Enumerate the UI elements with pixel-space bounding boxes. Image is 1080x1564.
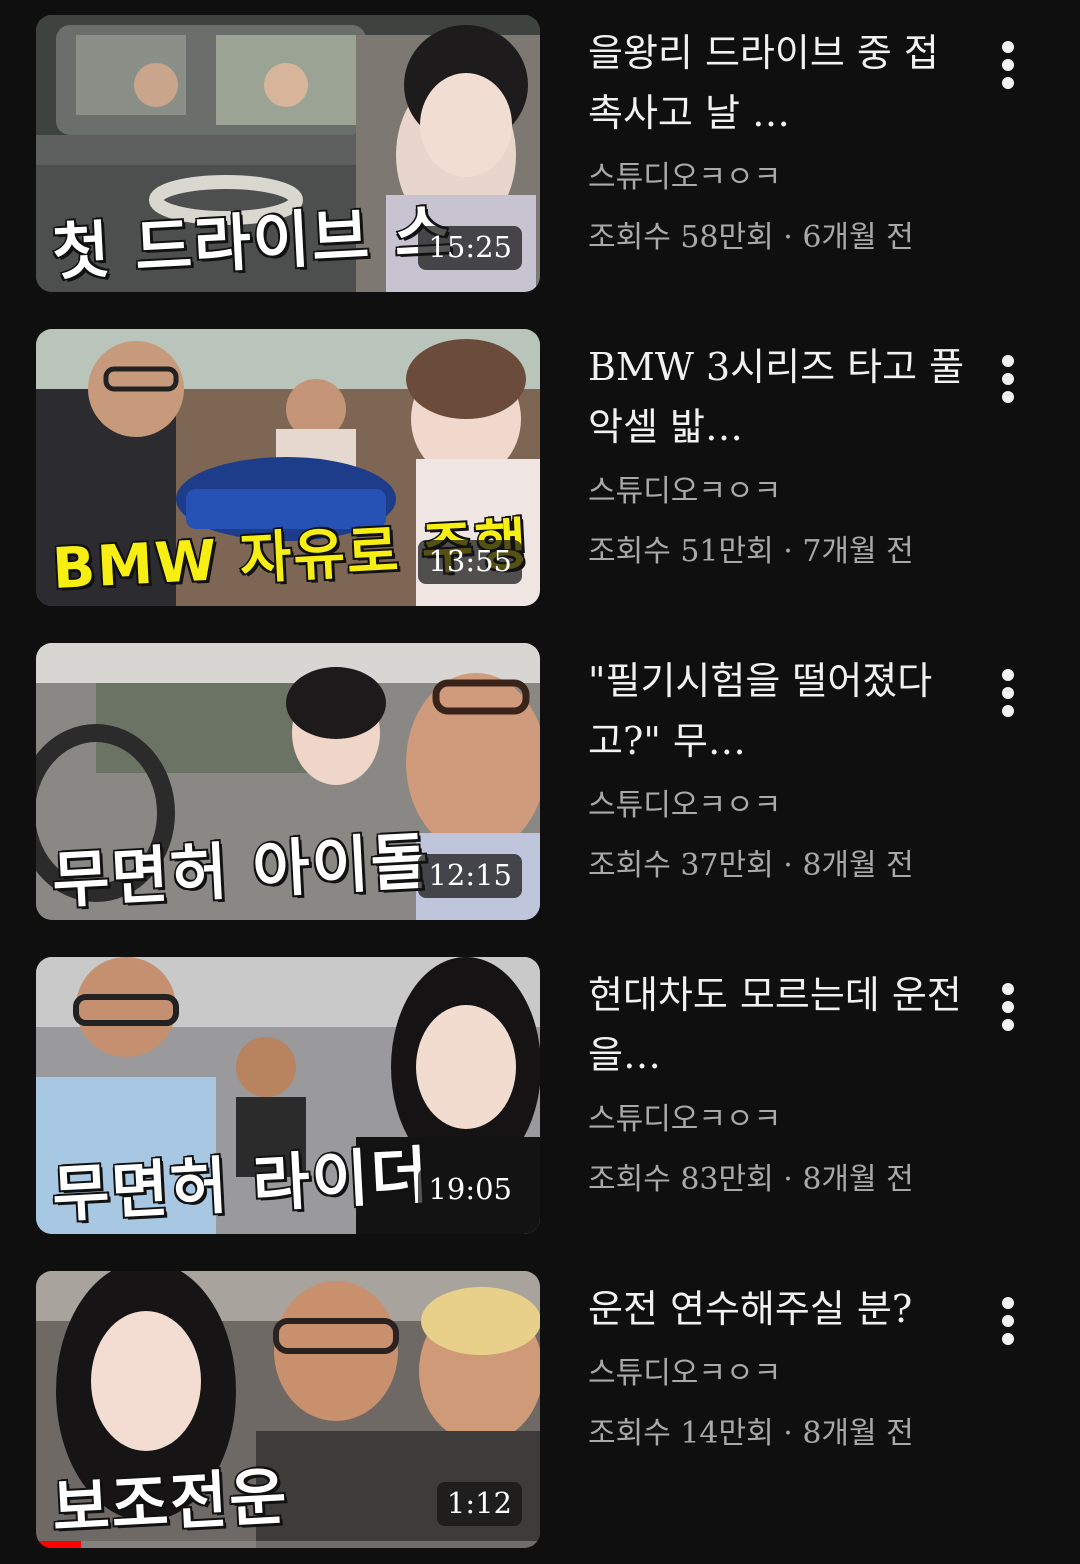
video-thumbnail[interactable]: 첫 드라이브 스 15:25 <box>36 15 540 292</box>
meta-separator: · <box>773 220 803 255</box>
watch-progress-bar <box>36 1541 540 1548</box>
more-options-icon[interactable] <box>986 1293 1030 1349</box>
video-title[interactable]: 을왕리 드라이브 중 접촉사고 날 … <box>588 23 968 143</box>
video-metadata: 조회수 51만회 · 7개월 전 <box>588 537 968 567</box>
video-thumbnail[interactable]: 보조전운 1:12 <box>36 1271 540 1548</box>
meta-separator: · <box>773 848 803 883</box>
more-options-icon[interactable] <box>986 37 1030 93</box>
more-options-icon[interactable] <box>986 351 1030 407</box>
video-metadata: 조회수 14만회 · 8개월 전 <box>588 1419 968 1449</box>
meta-separator: · <box>773 1416 803 1451</box>
video-duration: 1:12 <box>436 1482 522 1526</box>
channel-name[interactable]: 스튜디오ㅋㅇㅋ <box>588 1359 968 1389</box>
video-thumbnail[interactable]: BMW 자유로 주행 13:55 <box>36 329 540 606</box>
upload-age: 8개월 전 <box>802 1162 914 1197</box>
more-options-icon[interactable] <box>986 979 1030 1035</box>
video-duration: 19:05 <box>418 1168 522 1212</box>
channel-name[interactable]: 스튜디오ㅋㅇㅋ <box>588 1105 968 1135</box>
video-list: 첫 드라이브 스 15:25 을왕리 드라이브 중 접촉사고 날 … 스튜디오ㅋ… <box>0 0 1080 1564</box>
video-info: "필기시험을 떨어졌다고?" 무… 스튜디오ㅋㅇㅋ 조회수 37만회 · 8개월… <box>588 651 968 881</box>
view-count: 조회수 83만회 <box>588 1162 774 1197</box>
view-count: 조회수 37만회 <box>588 848 774 883</box>
thumbnail-caption: 무면허 라이더 <box>49 1137 433 1233</box>
view-count: 조회수 14만회 <box>588 1416 774 1451</box>
video-title[interactable]: "필기시험을 떨어졌다고?" 무… <box>588 651 968 771</box>
video-thumbnail[interactable]: 무면허 아이돌 12:15 <box>36 643 540 920</box>
view-count: 조회수 58만회 <box>588 220 774 255</box>
meta-separator: · <box>773 534 803 569</box>
upload-age: 6개월 전 <box>802 220 914 255</box>
video-item[interactable]: 무면허 라이더 19:05 현대차도 모르는데 운전을… 스튜디오ㅋㅇㅋ 조회수… <box>0 957 1080 1237</box>
video-item[interactable]: 무면허 아이돌 12:15 "필기시험을 떨어졌다고?" 무… 스튜디오ㅋㅇㅋ … <box>0 643 1080 923</box>
video-duration: 13:55 <box>418 540 522 584</box>
video-title[interactable]: BMW 3시리즈 타고 풀악셀 밟… <box>588 337 968 457</box>
channel-name[interactable]: 스튜디오ㅋㅇㅋ <box>588 791 968 821</box>
channel-name[interactable]: 스튜디오ㅋㅇㅋ <box>588 163 968 193</box>
watch-progress-fill <box>36 1541 82 1548</box>
thumbnail-caption: 보조전운 <box>49 1458 292 1546</box>
upload-age: 7개월 전 <box>802 534 914 569</box>
video-info: 운전 연수해주실 분? 스튜디오ㅋㅇㅋ 조회수 14만회 · 8개월 전 <box>588 1279 968 1449</box>
video-item[interactable]: 첫 드라이브 스 15:25 을왕리 드라이브 중 접촉사고 날 … 스튜디오ㅋ… <box>0 15 1080 295</box>
video-info: 을왕리 드라이브 중 접촉사고 날 … 스튜디오ㅋㅇㅋ 조회수 58만회 · 6… <box>588 23 968 253</box>
video-thumbnail[interactable]: 무면허 라이더 19:05 <box>36 957 540 1234</box>
video-info: BMW 3시리즈 타고 풀악셀 밟… 스튜디오ㅋㅇㅋ 조회수 51만회 · 7개… <box>588 337 968 567</box>
meta-separator: · <box>773 1162 803 1197</box>
view-count: 조회수 51만회 <box>588 534 774 569</box>
more-options-icon[interactable] <box>986 665 1030 721</box>
channel-name[interactable]: 스튜디오ㅋㅇㅋ <box>588 477 968 507</box>
video-metadata: 조회수 37만회 · 8개월 전 <box>588 851 968 881</box>
video-duration: 12:15 <box>418 854 522 898</box>
thumbnail-caption: 무면허 아이돌 <box>49 823 433 919</box>
video-metadata: 조회수 83만회 · 8개월 전 <box>588 1165 968 1195</box>
video-item[interactable]: BMW 자유로 주행 13:55 BMW 3시리즈 타고 풀악셀 밟… 스튜디오… <box>0 329 1080 609</box>
video-item[interactable]: 보조전운 1:12 운전 연수해주실 분? 스튜디오ㅋㅇㅋ 조회수 14만회 ·… <box>0 1271 1080 1551</box>
video-title[interactable]: 운전 연수해주실 분? <box>588 1279 968 1339</box>
upload-age: 8개월 전 <box>802 1416 914 1451</box>
upload-age: 8개월 전 <box>802 848 914 883</box>
video-duration: 15:25 <box>418 226 522 270</box>
video-info: 현대차도 모르는데 운전을… 스튜디오ㅋㅇㅋ 조회수 83만회 · 8개월 전 <box>588 965 968 1195</box>
video-title[interactable]: 현대차도 모르는데 운전을… <box>588 965 968 1085</box>
video-metadata: 조회수 58만회 · 6개월 전 <box>588 223 968 253</box>
